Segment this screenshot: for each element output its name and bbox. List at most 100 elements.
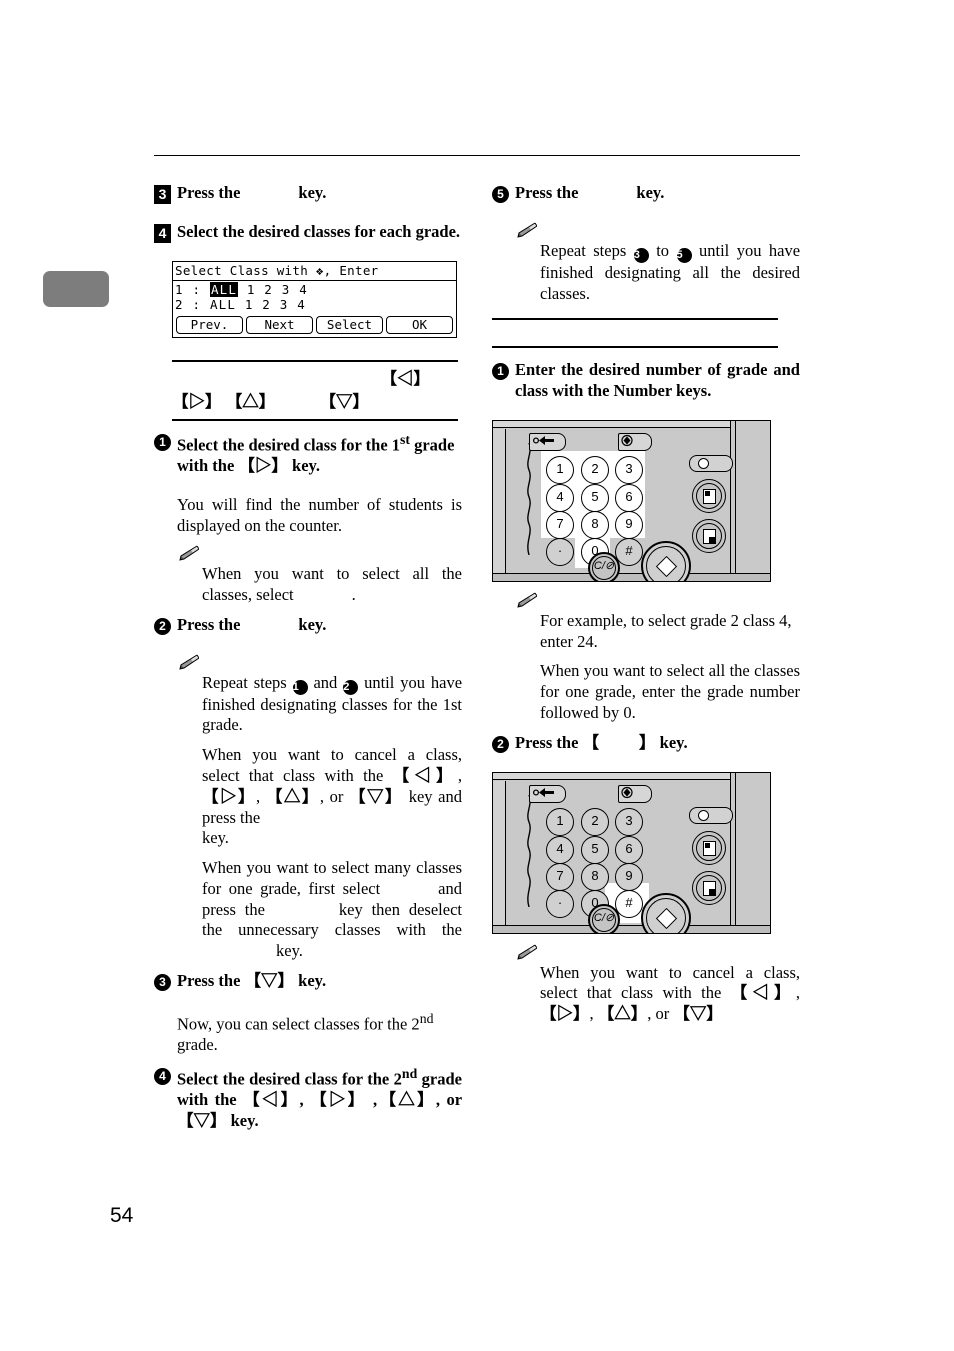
panel-wave-divider — [527, 794, 531, 907]
up-arrow-key-glyph: 【△】 — [265, 786, 320, 806]
panel-wave-divider — [527, 442, 531, 555]
number-key-8[interactable]: 8 — [581, 862, 609, 891]
number-key-3[interactable]: 3 — [615, 455, 643, 484]
substep-1: 1 Select the desired class for the 1st g… — [154, 431, 462, 486]
substep-marker: 2 — [154, 617, 171, 635]
lcd-button-ok[interactable]: OK — [386, 315, 453, 334]
step-5-text: Press the key. — [515, 183, 665, 202]
panel-right-face — [736, 772, 770, 933]
down-arrow-key-glyph: 【▽】 — [319, 391, 370, 411]
panel-right-face — [736, 420, 770, 581]
left-column: 3 Press the key. 4 Select the desired cla… — [154, 183, 462, 1150]
lcd-row-sep: : — [192, 281, 202, 297]
clear-stop-key[interactable]: C/⊘ — [588, 903, 620, 933]
key-reference-line-2: 【▷】 【△】 【▽】 — [172, 391, 458, 414]
start-key[interactable] — [641, 540, 691, 581]
key-reference-line-1: 【◁】 — [172, 368, 458, 391]
program-key-label[interactable] — [529, 432, 566, 451]
number-key-8[interactable]: 8 — [581, 510, 609, 539]
pencil-icon — [177, 545, 462, 561]
left-arrow-key-glyph: 【◁】 — [392, 766, 458, 785]
right-substep-1-text: Enter the desired number of grade and cl… — [515, 360, 800, 401]
left-arrow-key-glyph: 【◁】 — [380, 368, 431, 388]
sample-copy-key[interactable] — [692, 518, 726, 553]
substep-4-heading: Select the desired class for the 2nd gra… — [177, 1065, 463, 1130]
section-rule-top — [492, 318, 778, 321]
panel-top-edge — [493, 772, 770, 780]
energy-saver-key[interactable] — [689, 806, 733, 824]
pencil-icon — [177, 654, 462, 670]
number-key-1[interactable]: 1 — [546, 807, 574, 836]
start-diamond-icon — [655, 555, 678, 578]
step-4: 4 Select the desired classes for each gr… — [154, 222, 462, 252]
step-marker: 3 — [154, 185, 171, 204]
substep-1-note: When you want to select all the classes,… — [202, 564, 462, 605]
lcd-title: Select Class with ❖, Enter — [173, 262, 456, 281]
dot-key[interactable]: · — [546, 889, 574, 918]
lcd-button-prev[interactable]: Prev. — [176, 315, 243, 334]
number-key-5[interactable]: 5 — [581, 835, 609, 864]
number-key-2[interactable]: 2 — [581, 455, 609, 484]
substep-3-body: Now, you can select classes for the 2nd … — [177, 1010, 434, 1055]
lcd-screen-illustration: Select Class with ❖, Enter 1 : ALL 1 2 3… — [172, 260, 457, 338]
inline-step-marker: 5 — [676, 247, 692, 263]
substep-marker: 1 — [154, 433, 171, 451]
number-key-1[interactable]: 1 — [546, 455, 574, 484]
sample-copy-key[interactable] — [692, 870, 726, 905]
interrupt-key[interactable] — [692, 478, 726, 513]
panel-bottom-edge — [493, 924, 770, 933]
up-arrow-key-glyph: 【△】 — [377, 1090, 436, 1110]
inline-step-marker: 3 — [633, 247, 649, 263]
number-key-6[interactable]: 6 — [615, 483, 643, 512]
number-key-3[interactable]: 3 — [615, 807, 643, 836]
number-key-5[interactable]: 5 — [581, 483, 609, 512]
clear-modes-key-label[interactable] — [618, 432, 652, 451]
energy-saver-key[interactable] — [689, 454, 733, 472]
number-key-7[interactable]: 7 — [546, 862, 574, 891]
number-key-4[interactable]: 4 — [546, 835, 574, 864]
right-arrow-key-glyph: 【▷】 — [310, 1090, 367, 1110]
lcd-row: 1 : ALL 1 2 3 4 — [175, 281, 454, 298]
hash-key[interactable]: # — [615, 889, 643, 918]
hash-key[interactable]: # — [615, 537, 643, 566]
step-marker: 4 — [154, 223, 171, 243]
right-note-cancel: When you want to cancel a class, select … — [540, 962, 800, 1024]
substep-3: 3 Press the 【▽】 key. — [154, 971, 462, 1001]
number-key-6[interactable]: 6 — [615, 835, 643, 864]
number-key-2[interactable]: 2 — [581, 807, 609, 836]
right-substep-1: 1 Enter the desired number of grade and … — [492, 360, 800, 411]
diamond-icon — [621, 434, 633, 447]
interrupt-key[interactable] — [692, 830, 726, 865]
lcd-row-grade: 2 — [175, 297, 184, 313]
control-panel-illustration-hashkey: 1 2 3 4 5 6 7 8 9 · 0 # C/⊘ — [492, 771, 771, 934]
lcd-row-selected: ALL — [209, 297, 237, 313]
lcd-button-select[interactable]: Select — [316, 315, 383, 334]
lcd-button-row: Prev. Next Select OK — [173, 314, 456, 337]
clear-modes-key-label[interactable] — [618, 784, 652, 803]
control-panel-illustration-numberkeys: 1 2 3 4 5 6 7 8 9 · 0 # C/⊘ — [492, 419, 771, 582]
up-arrow-key-glyph: 【△】 — [597, 1004, 648, 1024]
lcd-row: 2 : ALL 1 2 3 4 — [175, 297, 454, 313]
substep-1-heading: Select the desired class for the 1st gra… — [177, 431, 455, 475]
page-fill-icon — [703, 880, 716, 896]
right-arrow-key-glyph: 【▷】 — [172, 391, 222, 411]
lcd-button-next[interactable]: Next — [246, 315, 313, 334]
start-key[interactable] — [641, 892, 691, 933]
left-arrow-key-glyph: 【◁】 — [243, 1090, 300, 1110]
substep-marker: 3 — [154, 974, 171, 992]
right-note-example: For example, to select grade 2 class 4, … — [540, 610, 792, 651]
page-fill-icon — [703, 528, 716, 544]
step-3-text: Press the key. — [177, 183, 327, 202]
number-key-9[interactable]: 9 — [615, 510, 643, 539]
substep-marker: 1 — [492, 363, 509, 381]
number-key-4[interactable]: 4 — [546, 483, 574, 512]
number-key-7[interactable]: 7 — [546, 510, 574, 539]
dot-key[interactable]: · — [546, 537, 574, 566]
clear-stop-key[interactable]: C/⊘ — [588, 551, 620, 581]
header-rule — [154, 155, 800, 156]
start-diamond-icon — [655, 907, 678, 929]
right-column: 5 Press the key. Repeat steps 3 to 5 unti… — [492, 183, 800, 1034]
number-key-9[interactable]: 9 — [615, 862, 643, 891]
right-arrow-key-glyph: 【▷】 — [202, 786, 257, 806]
program-key-label[interactable] — [529, 784, 566, 803]
